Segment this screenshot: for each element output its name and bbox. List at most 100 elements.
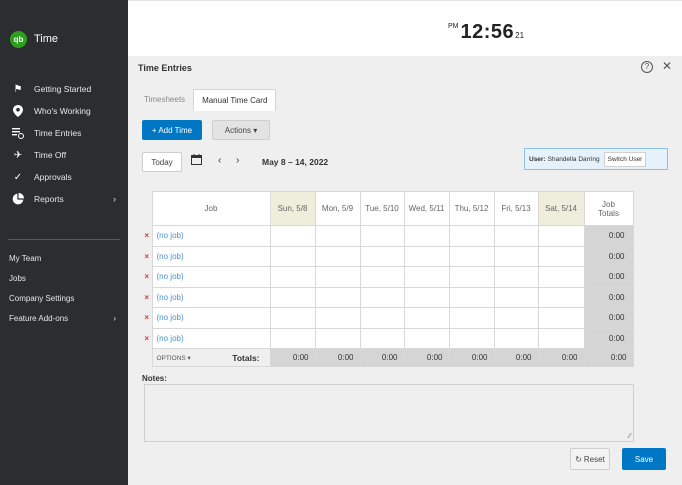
job-cell[interactable]: (no job) xyxy=(151,225,271,247)
hours-input[interactable] xyxy=(448,286,495,308)
hours-input[interactable] xyxy=(403,286,450,308)
hours-input[interactable] xyxy=(403,307,450,329)
remove-row-icon[interactable]: × xyxy=(142,225,152,246)
remove-row-icon[interactable]: × xyxy=(142,246,152,267)
sidebar-item-getting-started[interactable]: ⚑ Getting Started xyxy=(0,78,128,100)
brand[interactable]: qb Time xyxy=(10,30,58,48)
hours-input[interactable] xyxy=(448,245,495,267)
hours-input[interactable] xyxy=(314,245,361,267)
hours-input[interactable] xyxy=(359,327,405,349)
hours-input[interactable] xyxy=(359,245,405,267)
remove-row-icon[interactable]: × xyxy=(142,328,152,349)
hours-input[interactable] xyxy=(359,225,405,247)
hours-input[interactable] xyxy=(269,266,316,288)
hours-input[interactable] xyxy=(537,286,585,308)
notes-textarea[interactable]: ⁄⁄ xyxy=(144,384,634,442)
hours-input[interactable] xyxy=(403,327,450,349)
job-cell[interactable]: (no job) xyxy=(151,245,271,267)
sidebar-item-label: Reports xyxy=(34,194,64,204)
hours-input[interactable] xyxy=(269,225,316,247)
job-cell[interactable]: (no job) xyxy=(151,307,271,329)
user-name: Shandella Darring xyxy=(547,155,600,163)
hours-input[interactable] xyxy=(493,286,539,308)
table-row: × (no job) 0:00 xyxy=(142,266,634,288)
hours-input[interactable] xyxy=(314,225,361,247)
hours-input[interactable] xyxy=(359,307,405,329)
hours-input[interactable] xyxy=(537,266,585,288)
hours-input[interactable] xyxy=(448,225,495,247)
help-icon[interactable]: ? xyxy=(641,61,653,73)
hours-input[interactable] xyxy=(448,327,495,349)
save-button[interactable]: Save xyxy=(622,448,666,470)
hours-input[interactable] xyxy=(537,245,585,267)
sidebar-item-time-entries[interactable]: Time Entries xyxy=(0,122,128,144)
user-selector: User: Shandella Darring Switch User xyxy=(524,148,668,170)
remove-row-icon[interactable]: × xyxy=(142,307,152,328)
hours-input[interactable] xyxy=(269,327,316,349)
job-cell[interactable]: (no job) xyxy=(151,266,271,288)
hours-input[interactable] xyxy=(493,225,539,247)
job-cell[interactable]: (no job) xyxy=(151,286,271,308)
job-total: 0:00 xyxy=(583,307,634,329)
sidebar-item-reports[interactable]: Reports › xyxy=(0,188,128,210)
day-header-tue: Tue, 5/10 xyxy=(359,191,405,226)
calendar-icon[interactable] xyxy=(191,154,202,168)
sidebar-item-jobs[interactable]: Jobs xyxy=(0,268,128,288)
pie-chart-icon xyxy=(11,192,25,206)
hours-input[interactable] xyxy=(537,307,585,329)
tab-timesheets[interactable]: Timesheets xyxy=(136,89,193,111)
remove-row-icon[interactable]: × xyxy=(142,287,152,308)
day-total-mon: 0:00 xyxy=(314,348,361,367)
sidebar: qb Time ⚑ Getting Started Who's Working … xyxy=(0,0,128,485)
user-label: User: xyxy=(529,155,546,163)
reset-button[interactable]: ↻ Reset xyxy=(570,448,610,470)
day-header-thu: Thu, 5/12 xyxy=(448,191,495,226)
hours-input[interactable] xyxy=(314,286,361,308)
hours-input[interactable] xyxy=(314,307,361,329)
hours-input[interactable] xyxy=(269,307,316,329)
tab-manual-time-card[interactable]: Manual Time Card xyxy=(193,89,277,111)
hours-input[interactable] xyxy=(493,307,539,329)
sidebar-item-approvals[interactable]: ✓ Approvals xyxy=(0,166,128,188)
sidebar-item-label: Who's Working xyxy=(34,106,91,116)
hours-input[interactable] xyxy=(314,266,361,288)
sidebar-item-feature-addons[interactable]: Feature Add-ons › xyxy=(0,308,128,328)
hours-input[interactable] xyxy=(403,266,450,288)
job-total: 0:00 xyxy=(583,245,634,267)
switch-user-button[interactable]: Switch User xyxy=(603,151,647,167)
resize-grip-icon[interactable]: ⁄⁄ xyxy=(629,433,631,440)
sidebar-divider xyxy=(8,239,120,240)
hours-input[interactable] xyxy=(448,307,495,329)
add-time-button[interactable]: + Add Time xyxy=(142,120,202,140)
sidebar-item-time-off[interactable]: ✈ Time Off xyxy=(0,144,128,166)
today-button[interactable]: Today xyxy=(142,152,182,172)
hours-input[interactable] xyxy=(269,245,316,267)
hours-input[interactable] xyxy=(359,286,405,308)
remove-row-icon[interactable]: × xyxy=(142,266,152,287)
hours-input[interactable] xyxy=(448,266,495,288)
hours-input[interactable] xyxy=(314,327,361,349)
close-icon[interactable]: ✕ xyxy=(662,59,672,73)
next-week-icon[interactable]: › xyxy=(236,155,239,166)
day-total-tue: 0:00 xyxy=(359,348,405,367)
actions-dropdown[interactable]: Actions ▾ xyxy=(212,120,270,140)
sidebar-item-company-settings[interactable]: Company Settings xyxy=(0,288,128,308)
hours-input[interactable] xyxy=(493,245,539,267)
day-header-fri: Fri, 5/13 xyxy=(493,191,539,226)
hours-input[interactable] xyxy=(403,225,450,247)
hours-input[interactable] xyxy=(493,327,539,349)
hours-input[interactable] xyxy=(359,266,405,288)
time-entries-icon xyxy=(11,126,25,140)
options-cell: OPTIONS ▾ Totals: xyxy=(151,348,271,367)
job-cell[interactable]: (no job) xyxy=(151,327,271,349)
previous-week-icon[interactable]: ‹ xyxy=(218,155,221,166)
hours-input[interactable] xyxy=(269,286,316,308)
hours-input[interactable] xyxy=(537,327,585,349)
options-dropdown[interactable]: OPTIONS ▾ xyxy=(157,354,191,362)
hours-input[interactable] xyxy=(537,225,585,247)
hours-input[interactable] xyxy=(493,266,539,288)
sidebar-item-my-team[interactable]: My Team xyxy=(0,248,128,268)
hours-input[interactable] xyxy=(403,245,450,267)
day-total-thu: 0:00 xyxy=(448,348,495,367)
sidebar-item-whos-working[interactable]: Who's Working xyxy=(0,100,128,122)
